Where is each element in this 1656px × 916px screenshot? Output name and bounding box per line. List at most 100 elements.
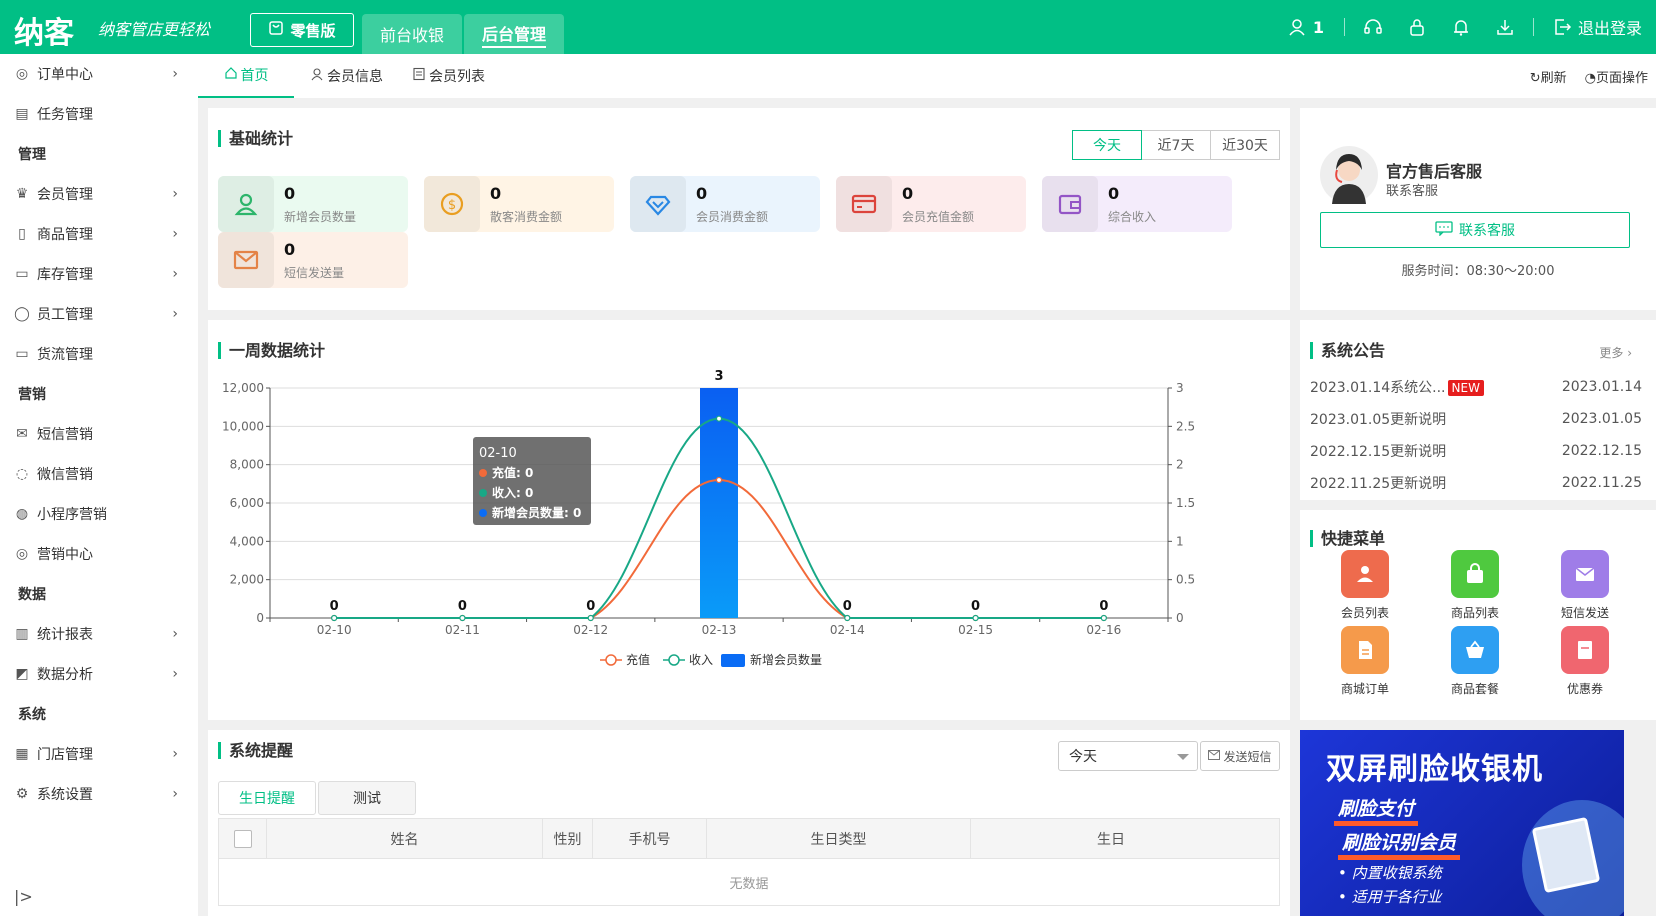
new-badge: NEW — [1447, 380, 1484, 396]
sidebar-item[interactable]: ◯ 员工管理 › — [0, 294, 198, 334]
bell-icon[interactable] — [1451, 17, 1471, 37]
legend-swatch — [721, 654, 745, 667]
sidebar-item[interactable]: ◌ 微信营销 — [0, 454, 198, 494]
range-tab[interactable]: 近30天 — [1210, 130, 1280, 160]
notice-title: 2023.01.14系统公... — [1310, 380, 1446, 396]
sidebar-item-label: 门店管理 — [37, 747, 93, 763]
legend-label[interactable]: 新增会员数量 — [750, 652, 822, 667]
subtab-birthday[interactable]: 生日提醒 — [218, 781, 316, 815]
column-header[interactable]: 性别 — [543, 819, 593, 858]
notice-date: 2023.01.14 — [1561, 379, 1642, 395]
sidebar-item[interactable]: ⚙ 系统设置 › — [0, 774, 198, 814]
quick-menu-item[interactable]: 商品套餐 — [1430, 626, 1520, 697]
range-tab[interactable]: 今天 — [1072, 130, 1142, 160]
sidebar-item[interactable]: ◎ 营销中心 — [0, 534, 198, 574]
quick-menu-item[interactable]: 短信发送 — [1540, 550, 1630, 621]
data-point[interactable] — [331, 614, 338, 622]
chart-tooltip: 02-10 充值: 0 收入: 0 新增会员数量: 0 — [473, 437, 591, 525]
tab-member-info[interactable]: 会员信息 — [310, 54, 383, 98]
headset-icon[interactable] — [1363, 17, 1383, 37]
data-point[interactable] — [587, 614, 594, 622]
subtab-test[interactable]: 测试 — [318, 781, 416, 815]
legend-label[interactable]: 充值 — [626, 652, 650, 667]
sidebar-item[interactable]: ▦ 门店管理 › — [0, 734, 198, 774]
logout-button[interactable]: 退出登录 — [1578, 15, 1642, 39]
svg-text:$: $ — [448, 198, 456, 213]
y-right-tick-label: 0.5 — [1176, 573, 1195, 587]
data-point[interactable] — [844, 614, 851, 622]
sidebar-item[interactable]: ✉ 短信营销 — [0, 414, 198, 454]
logo: 纳客 — [14, 16, 74, 51]
data-point[interactable] — [459, 614, 466, 622]
tooltip-row: 收入: 0 — [492, 485, 533, 500]
download-icon[interactable] — [1495, 17, 1515, 37]
contact-service-button[interactable]: 联系客服 — [1320, 212, 1630, 248]
user-icon[interactable] — [1287, 17, 1307, 37]
notice-item[interactable]: 2022.11.25更新说明 2022.11.25 — [1310, 468, 1642, 498]
sidebar-item-label: 微信营销 — [37, 467, 93, 483]
data-point[interactable] — [1100, 614, 1107, 622]
bar-value-label: 0 — [586, 599, 595, 614]
column-header[interactable]: 姓名 — [267, 819, 543, 858]
quick-menu-item[interactable]: 商城订单 — [1320, 626, 1410, 697]
chevron-right-icon: › — [172, 786, 178, 802]
slogan: 纳客管店更轻松 — [98, 20, 211, 39]
edition-button[interactable]: 零售版 — [250, 13, 354, 47]
nav-back-office[interactable]: 后台管理 — [464, 14, 564, 54]
quick-menu-item[interactable]: 会员列表 — [1320, 550, 1410, 621]
notices-more-link[interactable]: 更多 › — [1599, 344, 1632, 361]
quick-menu-item[interactable]: 商品列表 — [1430, 550, 1520, 621]
staff-icon: ◯ — [14, 306, 30, 322]
range-tab[interactable]: 近7天 — [1141, 130, 1211, 160]
refresh-label: 刷新 — [1540, 70, 1567, 86]
data-point[interactable] — [715, 476, 723, 484]
column-header[interactable]: 生日类型 — [707, 819, 971, 858]
sidebar-item[interactable]: ▭ 货流管理 — [0, 334, 198, 374]
page-ops-button[interactable]: ◔页面操作 — [1585, 67, 1648, 86]
mail-icon — [1561, 550, 1609, 598]
tab-home[interactable]: 首页 — [198, 54, 294, 98]
service-hours: 服务时间：08:30～20:00 — [1401, 264, 1555, 279]
data-point[interactable] — [972, 614, 979, 622]
collapse-sidebar-icon[interactable]: |> — [14, 887, 33, 906]
sidebar-item[interactable]: ◍ 小程序营销 — [0, 494, 198, 534]
y-right-tick-label: 2 — [1176, 458, 1184, 472]
sidebar-item[interactable]: ◩ 数据分析 › — [0, 654, 198, 694]
sidebar-item[interactable]: ◎ 订单中心 › — [0, 54, 198, 94]
task-icon: ▤ — [15, 106, 29, 122]
sidebar-group-label: 数据 — [18, 587, 46, 603]
sidebar-item-label: 任务管理 — [37, 107, 93, 123]
sidebar-item[interactable]: ♛ 会员管理 › — [0, 174, 198, 214]
sidebar-item[interactable]: ▤ 任务管理 — [0, 94, 198, 134]
y-left-tick-label: 8,000 — [230, 458, 264, 472]
bar-value-label: 0 — [971, 599, 980, 614]
sidebar-item[interactable]: ▥ 统计报表 › — [0, 614, 198, 654]
column-header[interactable]: 手机号 — [593, 819, 707, 858]
legend-label[interactable]: 收入 — [689, 653, 713, 667]
shop-bag-icon — [268, 20, 284, 40]
nav-front-cashier[interactable]: 前台收银 — [362, 14, 462, 54]
promo-banner[interactable]: 双屏刷脸收银机 刷脸支付 刷脸识别会员 • 内置收银系统 • 适用于各行业 — [1300, 730, 1624, 916]
tab-member-list[interactable]: 会员列表 — [412, 54, 485, 98]
sidebar-item-label: 订单中心 — [37, 67, 93, 83]
reminder-range-select[interactable]: 今天 — [1058, 741, 1198, 771]
notice-item[interactable]: 2022.12.15更新说明 2022.12.15 — [1310, 436, 1642, 466]
quick-menu-item[interactable]: 优惠券 — [1540, 626, 1630, 697]
data-point[interactable] — [715, 415, 723, 422]
lock-icon[interactable] — [1407, 17, 1427, 37]
sidebar-item[interactable]: ▭ 库存管理 › — [0, 254, 198, 294]
logout-icon[interactable] — [1552, 17, 1572, 37]
notice-item[interactable]: 2023.01.05更新说明 2023.01.05 — [1310, 404, 1642, 434]
divider — [1343, 18, 1345, 36]
column-header[interactable]: 生日 — [971, 819, 1251, 858]
mail-icon — [218, 232, 274, 288]
x-tick-label: 02-10 — [317, 623, 352, 637]
notice-title-wrap: 2022.11.25更新说明 — [1310, 473, 1446, 493]
sidebar-item-label: 统计报表 — [37, 627, 93, 643]
weekly-chart-card: 一周数据统计 0 2,000 4,000 6,000 8,000 10,000 12,000… — [208, 320, 1290, 720]
notice-item[interactable]: 2023.01.14系统公... NEW 2023.01.14 — [1310, 372, 1642, 402]
sidebar-item[interactable]: ▯ 商品管理 › — [0, 214, 198, 254]
send-sms-button[interactable]: 发送短信 — [1200, 741, 1280, 771]
refresh-button[interactable]: ↻刷新 — [1530, 67, 1567, 86]
select-all-checkbox[interactable] — [219, 819, 267, 858]
